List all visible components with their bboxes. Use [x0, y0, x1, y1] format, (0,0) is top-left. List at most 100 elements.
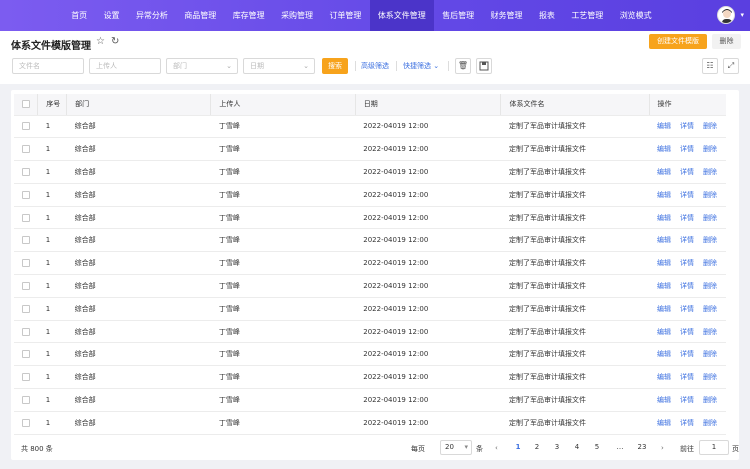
delete-link[interactable]: 删除 — [703, 305, 717, 313]
delete-link[interactable]: 删除 — [703, 282, 717, 290]
detail-link[interactable]: 详情 — [680, 419, 694, 427]
row-checkbox[interactable] — [14, 365, 38, 390]
avatar[interactable] — [717, 6, 735, 24]
nav-item[interactable]: 商品管理 — [176, 0, 224, 31]
delete-link[interactable]: 删除 — [703, 214, 717, 222]
cell-file-name: 定制了军品审计填报文件 — [500, 160, 649, 184]
row-checkbox[interactable] — [14, 251, 38, 276]
edit-link[interactable]: 编辑 — [657, 214, 671, 222]
nav-item[interactable]: 设置 — [95, 0, 127, 31]
edit-link[interactable]: 编辑 — [657, 259, 671, 267]
delete-link[interactable]: 删除 — [703, 396, 717, 404]
edit-link[interactable]: 编辑 — [657, 350, 671, 358]
delete-link[interactable]: 删除 — [703, 259, 717, 267]
prev-page-icon[interactable]: ‹ — [495, 444, 498, 452]
page-number[interactable]: 4 — [570, 440, 584, 455]
edit-link[interactable]: 编辑 — [657, 419, 671, 427]
uploader-input[interactable]: 上传人 — [89, 58, 161, 74]
quick-filter-link[interactable]: 快捷筛选 ⌄ — [403, 58, 439, 74]
page-number[interactable]: 23 — [635, 440, 649, 455]
date-select[interactable]: 日期 ⌄ — [243, 58, 315, 74]
detail-link[interactable]: 详情 — [680, 214, 694, 222]
page-number[interactable]: 1 — [511, 440, 525, 455]
delete-button[interactable]: 删除 — [712, 34, 741, 49]
edit-link[interactable]: 编辑 — [657, 282, 671, 290]
edit-link[interactable]: 编辑 — [657, 373, 671, 381]
edit-link[interactable]: 编辑 — [657, 122, 671, 130]
nav-item[interactable]: 订单管理 — [321, 0, 369, 31]
nav-item[interactable]: 库存管理 — [225, 0, 273, 31]
delete-link[interactable]: 删除 — [703, 122, 717, 130]
row-checkbox[interactable] — [14, 297, 38, 321]
detail-link[interactable]: 详情 — [680, 191, 694, 199]
goto-page-input[interactable]: 1 — [699, 440, 729, 455]
edit-link[interactable]: 编辑 — [657, 305, 671, 313]
edit-link[interactable]: 编辑 — [657, 236, 671, 244]
nav-item[interactable]: 售后管理 — [434, 0, 482, 31]
fullscreen-icon[interactable]: ⤢ — [723, 58, 739, 74]
edit-link[interactable]: 编辑 — [657, 328, 671, 336]
row-checkbox[interactable] — [14, 274, 38, 298]
select-all-checkbox[interactable] — [14, 94, 39, 116]
row-checkbox[interactable] — [14, 206, 38, 230]
delete-link[interactable]: 删除 — [703, 350, 717, 358]
delete-link[interactable]: 删除 — [703, 236, 717, 244]
row-checkbox[interactable] — [14, 388, 38, 412]
detail-link[interactable]: 详情 — [680, 122, 694, 130]
nav-item[interactable]: 财务管理 — [482, 0, 530, 31]
per-page-select[interactable]: 20 ▾ — [440, 440, 472, 455]
trash-icon[interactable]: 🗑 — [455, 58, 471, 74]
detail-link[interactable]: 详情 — [680, 396, 694, 404]
detail-link[interactable]: 详情 — [680, 305, 694, 313]
delete-link[interactable]: 删除 — [703, 373, 717, 381]
cell-uploader: 丁雪峰 — [210, 183, 356, 207]
detail-link[interactable]: 详情 — [680, 282, 694, 290]
edit-link[interactable]: 编辑 — [657, 191, 671, 199]
row-checkbox[interactable] — [14, 320, 38, 344]
nav-item[interactable]: 报表 — [531, 0, 563, 31]
delete-link[interactable]: 删除 — [703, 328, 717, 336]
detail-link[interactable]: 详情 — [680, 350, 694, 358]
advanced-filter-link[interactable]: 高级筛选 — [361, 58, 389, 74]
detail-link[interactable]: 详情 — [680, 373, 694, 381]
detail-link[interactable]: 详情 — [680, 328, 694, 336]
detail-link[interactable]: 详情 — [680, 236, 694, 244]
chevron-down-icon[interactable]: ▾ — [740, 11, 744, 19]
department-select[interactable]: 部门 ⌄ — [166, 58, 238, 74]
row-checkbox[interactable] — [14, 411, 38, 435]
save-icon[interactable] — [476, 58, 492, 74]
star-icon[interactable]: ☆ — [96, 36, 105, 47]
page-number[interactable]: 3 — [550, 440, 564, 455]
detail-link[interactable]: 详情 — [680, 168, 694, 176]
delete-link[interactable]: 删除 — [703, 145, 717, 153]
delete-link[interactable]: 删除 — [703, 419, 717, 427]
edit-link[interactable]: 编辑 — [657, 145, 671, 153]
row-checkbox[interactable] — [14, 228, 38, 253]
page-number[interactable]: 2 — [530, 440, 544, 455]
nav-item[interactable]: 首页 — [63, 0, 95, 31]
detail-link[interactable]: 详情 — [680, 145, 694, 153]
nav-item[interactable]: 工艺管理 — [563, 0, 611, 31]
row-checkbox[interactable] — [14, 342, 38, 367]
search-button[interactable]: 搜索 — [322, 58, 348, 74]
nav-item[interactable]: 采购管理 — [273, 0, 321, 31]
cell-index: 1 — [37, 342, 67, 367]
next-page-icon[interactable]: › — [661, 444, 664, 452]
file-name-input[interactable]: 文件名 — [12, 58, 84, 74]
row-checkbox[interactable] — [14, 137, 38, 162]
edit-link[interactable]: 编辑 — [657, 168, 671, 176]
row-checkbox[interactable] — [14, 183, 38, 207]
refresh-icon[interactable]: ↻ — [111, 36, 119, 47]
detail-link[interactable]: 详情 — [680, 259, 694, 267]
row-checkbox[interactable] — [14, 160, 38, 184]
edit-link[interactable]: 编辑 — [657, 396, 671, 404]
nav-item[interactable]: 体系文件管理 — [369, 0, 434, 31]
column-settings-icon[interactable]: ☷ — [702, 58, 718, 74]
nav-item[interactable]: 异常分析 — [128, 0, 176, 31]
page-number[interactable]: 5 — [590, 440, 604, 455]
delete-link[interactable]: 删除 — [703, 168, 717, 176]
nav-item[interactable]: 浏览模式 — [612, 0, 660, 31]
create-template-button[interactable]: 创建文件模版 — [649, 34, 707, 49]
delete-link[interactable]: 删除 — [703, 191, 717, 199]
row-checkbox[interactable] — [14, 115, 38, 139]
